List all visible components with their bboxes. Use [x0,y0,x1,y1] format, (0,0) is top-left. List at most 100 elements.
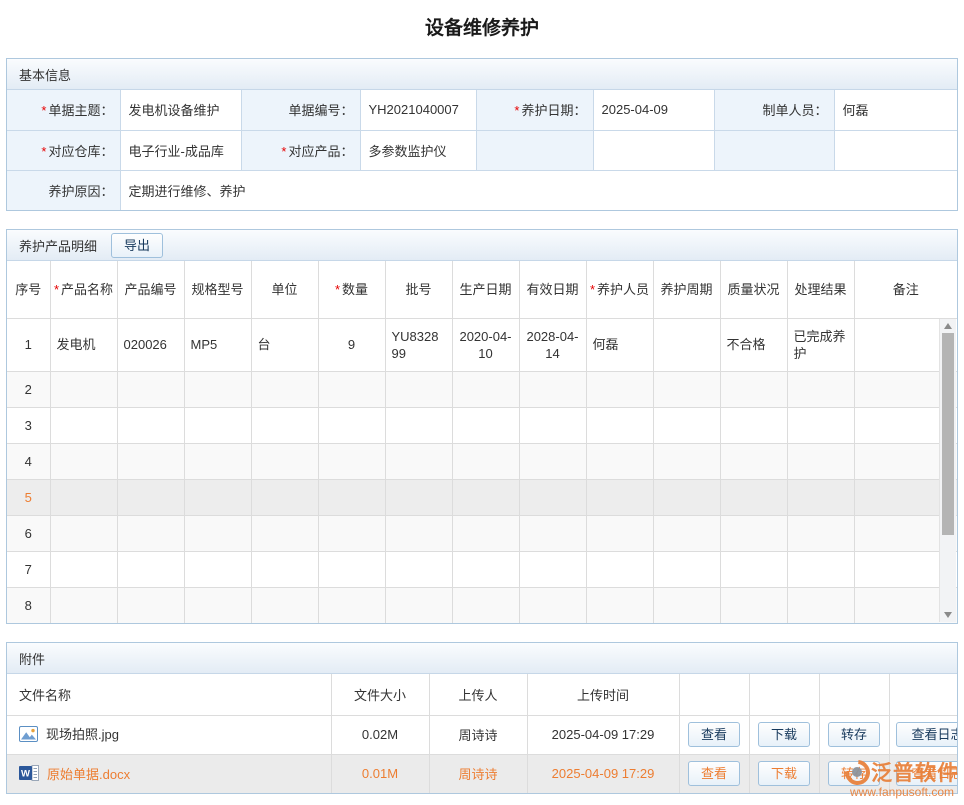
detail-cell [318,479,385,515]
image-icon [19,726,38,742]
detail-cell [251,407,318,443]
detail-cell [519,479,586,515]
detail-cell: YU832899 [385,318,452,371]
action-cell: 转存 [819,715,889,754]
detail-row[interactable]: 2 [7,371,957,407]
detail-cell [653,407,720,443]
detail-row[interactable]: 3 [7,407,957,443]
detail-row[interactable]: 4 [7,443,957,479]
column-header: *养护人员 [586,261,653,318]
field-label-empty [476,130,593,170]
detail-cell [787,515,854,551]
detail-cell [653,318,720,371]
basic-info-panel: 基本信息 *单据主题： 发电机设备维护 单据编号： YH2021040007 *… [6,58,958,211]
detail-cell [117,407,184,443]
required-asterisk: * [590,282,595,297]
column-header: 处理结果 [787,261,854,318]
field-value-doc-number: YH2021040007 [360,90,476,130]
download-button[interactable]: 下载 [758,761,810,786]
detail-cell [50,587,117,623]
column-header: *产品名称 [50,261,117,318]
detail-row[interactable]: 5 [7,479,957,515]
action-cell: 查看 [679,754,749,793]
field-label-reason: 养护原因： [7,170,120,210]
upload-time: 2025-04-09 17:29 [527,754,679,793]
column-header-empty [889,674,957,715]
detail-cell [117,587,184,623]
basic-info-row: 养护原因： 定期进行维修、养护 [7,170,957,210]
detail-cell [787,479,854,515]
file-name-cell: W 原始单据.docx [7,754,331,793]
detail-cell [385,407,452,443]
detail-cell [787,407,854,443]
detail-cell [117,479,184,515]
column-header: 单位 [251,261,318,318]
action-cell: 查看日志 [889,715,957,754]
word-icon: W [19,765,39,781]
scrollbar-thumb[interactable] [942,333,954,535]
column-header-file-size: 文件大小 [331,674,429,715]
detail-cell [251,479,318,515]
upload-time: 2025-04-09 17:29 [527,715,679,754]
detail-cell: 台 [251,318,318,371]
detail-cell [50,479,117,515]
detail-cell [720,407,787,443]
attachments-panel: 附件 文件名称 文件大小 上传人 上传时间 现场拍照.jpg0.02M周诗诗20… [6,642,958,794]
detail-cell [720,479,787,515]
detail-panel: 养护产品明细 导出 序号*产品名称产品编号规格型号单位*数量批号生产日期有效日期… [6,229,958,624]
detail-cell [117,371,184,407]
view-log-button[interactable]: 查看日志 [896,761,958,786]
detail-row[interactable]: 8 [7,587,957,623]
detail-cell [452,515,519,551]
section-title: 基本信息 [19,65,71,84]
transfer-button[interactable]: 转存 [828,722,880,747]
attachment-row[interactable]: 现场拍照.jpg0.02M周诗诗2025-04-09 17:29查看下载转存查看… [7,715,957,754]
detail-cell [586,515,653,551]
column-header-empty [679,674,749,715]
detail-cell [586,587,653,623]
detail-section-header: 养护产品明细 导出 [7,230,957,261]
detail-row[interactable]: 6 [7,515,957,551]
basic-info-row: *对应仓库： 电子行业-成品库 *对应产品： 多参数监护仪 [7,130,957,170]
detail-cell [318,551,385,587]
detail-cell [586,551,653,587]
scroll-up-icon[interactable] [940,319,956,333]
download-button[interactable]: 下载 [758,722,810,747]
action-cell: 下载 [749,754,819,793]
detail-cell [184,587,251,623]
detail-cell [586,443,653,479]
attachments-table: 文件名称 文件大小 上传人 上传时间 现场拍照.jpg0.02M周诗诗2025-… [7,674,957,793]
detail-cell [519,443,586,479]
detail-cell [720,443,787,479]
transfer-button[interactable]: 转存 [828,761,880,786]
scroll-down-icon[interactable] [940,608,956,622]
detail-cell [318,515,385,551]
detail-cell [720,515,787,551]
detail-cell [720,551,787,587]
detail-row[interactable]: 7 [7,551,957,587]
detail-cell [184,407,251,443]
file-name-cell: 现场拍照.jpg [7,715,331,754]
column-header: 规格型号 [184,261,251,318]
detail-cell [653,443,720,479]
required-asterisk: * [514,103,519,118]
export-button[interactable]: 导出 [111,233,163,258]
attachment-row[interactable]: W 原始单据.docx0.01M周诗诗2025-04-09 17:29查看下载转… [7,754,957,793]
vertical-scrollbar[interactable] [939,319,956,622]
view-log-button[interactable]: 查看日志 [896,722,958,747]
detail-cell [385,443,452,479]
detail-cell [586,479,653,515]
column-header-upload-time: 上传时间 [527,674,679,715]
file-name-link[interactable]: 原始单据.docx [47,764,130,783]
column-header: *数量 [318,261,385,318]
detail-cell [184,551,251,587]
column-header: 养护周期 [653,261,720,318]
detail-row[interactable]: 1发电机020026MP5台9YU8328992020-04-102028-04… [7,318,957,371]
view-button[interactable]: 查看 [688,761,740,786]
detail-cell: 已完成养护 [787,318,854,371]
row-number-cell: 1 [7,318,50,371]
file-name-link[interactable]: 现场拍照.jpg [46,724,119,743]
detail-cell [452,407,519,443]
detail-cell [787,587,854,623]
view-button[interactable]: 查看 [688,722,740,747]
